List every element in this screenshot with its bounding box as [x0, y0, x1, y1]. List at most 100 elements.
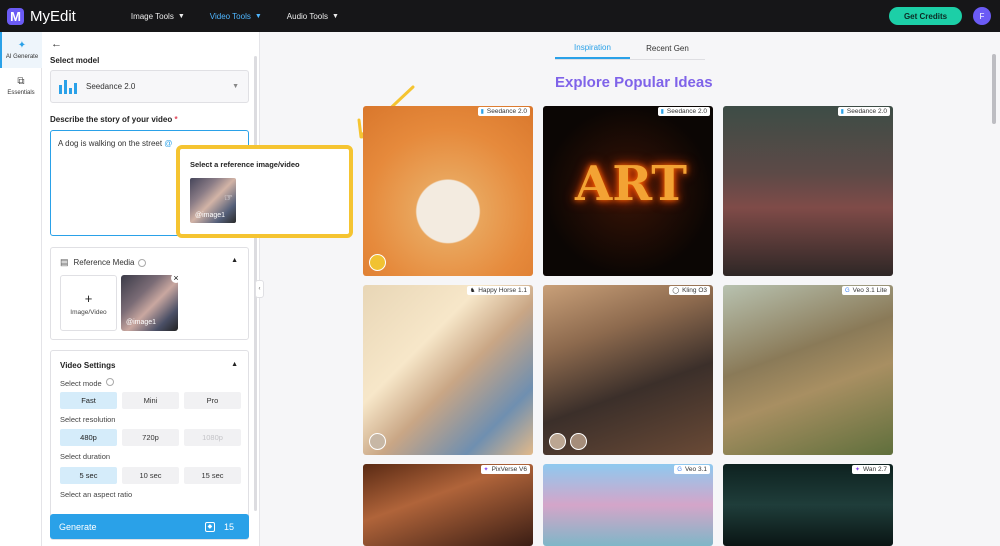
- model-badge: ▮ Seedance 2.0: [657, 107, 710, 116]
- credit-icon: ◆: [204, 521, 215, 532]
- resolution-option-720p[interactable]: 720p: [122, 429, 179, 446]
- back-arrow-icon[interactable]: ←: [51, 38, 62, 50]
- caret-down-icon: ▼: [232, 83, 239, 90]
- idea-card[interactable]: ♞ Happy Horse 1.1: [363, 285, 533, 455]
- video-settings-title: Video Settings: [60, 361, 116, 370]
- info-icon[interactable]: [105, 378, 114, 386]
- reference-select-popup: Select a reference image/video @image1: [176, 145, 353, 238]
- model-badge: ✦ Wan 2.7: [852, 465, 890, 474]
- avatar: [369, 254, 386, 271]
- avatar: [369, 433, 386, 450]
- seedance-logo-icon: [59, 79, 77, 94]
- idea-card[interactable]: ✦ Wan 2.7: [723, 464, 893, 546]
- duration-option-10[interactable]: 10 sec: [122, 467, 179, 484]
- tab-inspiration[interactable]: Inspiration: [555, 38, 630, 59]
- describe-label: Describe the story of your video *: [50, 115, 178, 124]
- resolution-selector: 480p 720p 1080p: [60, 429, 241, 446]
- aspect-ratio-label: Select an aspect ratio: [60, 490, 133, 499]
- explore-title: Explore Popular Ideas: [555, 74, 713, 91]
- model-dropdown[interactable]: Seedance 2.0 ▼: [50, 70, 249, 103]
- tab-recent-gen[interactable]: Recent Gen: [630, 38, 705, 59]
- pixverse-icon: ✦: [483, 467, 489, 473]
- app-name: MyEdit: [30, 7, 76, 25]
- chart-bars-icon: ▮: [660, 109, 664, 115]
- select-duration-label: Select duration: [60, 452, 111, 461]
- top-nav: Image Tools ▼ Video Tools ▼ Audio Tools ▼: [131, 12, 364, 21]
- model-badge: ✦ PixVerse V6: [480, 465, 530, 474]
- media-icon: ▤: [60, 257, 69, 267]
- reference-thumbnail[interactable]: @image1: [121, 275, 178, 331]
- layers-icon: ⧉: [17, 76, 25, 87]
- horse-icon: ♞: [469, 288, 476, 294]
- avatar: [570, 433, 587, 450]
- select-model-label: Select model: [50, 56, 100, 65]
- plus-icon: +: [84, 290, 93, 306]
- idea-card[interactable]: ✦ PixVerse V6: [363, 464, 533, 546]
- popup-title: Select a reference image/video: [190, 160, 300, 169]
- duration-option-15[interactable]: 15 sec: [184, 467, 241, 484]
- idea-card[interactable]: G Veo 3.1 Lite: [723, 285, 893, 455]
- thumbnail-tag: @image1: [195, 212, 226, 219]
- close-icon[interactable]: ×: [171, 273, 181, 283]
- mode-option-pro[interactable]: Pro: [184, 392, 241, 409]
- nav-audio-tools[interactable]: Audio Tools ▼: [287, 12, 339, 21]
- caret-up-icon[interactable]: ▲: [231, 257, 238, 264]
- model-name: Seedance 2.0: [86, 82, 136, 91]
- select-mode-label: Select mode: [60, 378, 114, 388]
- duration-selector: 5 sec 10 sec 15 sec: [60, 467, 241, 484]
- reference-media-header: ▤ Reference Media: [60, 257, 147, 268]
- top-bar: M MyEdit Image Tools ▼ Video Tools ▼ Audio…: [0, 0, 1000, 32]
- idea-card[interactable]: G Veo 3.1: [543, 464, 713, 546]
- model-badge: G Veo 3.1: [674, 465, 710, 474]
- resolution-option-480p[interactable]: 480p: [60, 429, 117, 446]
- wan-icon: ✦: [855, 467, 861, 473]
- mode-selector: Fast Mini Pro: [60, 392, 241, 409]
- main-tabs: Inspiration Recent Gen: [555, 38, 705, 60]
- chart-bars-icon: ▮: [480, 109, 484, 115]
- mode-option-fast[interactable]: Fast: [60, 392, 117, 409]
- duration-option-5[interactable]: 5 sec: [60, 467, 117, 484]
- nav-video-tools[interactable]: Video Tools ▼: [210, 12, 262, 21]
- get-credits-button[interactable]: Get Credits: [889, 7, 962, 25]
- nav-image-tools[interactable]: Image Tools ▼: [131, 12, 185, 21]
- resolution-option-1080p: 1080p: [184, 429, 241, 446]
- generate-button[interactable]: Generate ◆ 15: [50, 514, 249, 539]
- add-media-button[interactable]: + Image/Video: [60, 275, 117, 331]
- prompt-text: A dog is walking on the street @: [58, 139, 173, 148]
- video-settings-section: Video Settings ▲ Select mode Fast Mini P…: [50, 350, 249, 540]
- magic-wand-icon: ✦: [17, 40, 27, 51]
- user-avatar[interactable]: F: [973, 7, 991, 25]
- select-resolution-label: Select resolution: [60, 415, 116, 424]
- hand-cursor-icon: ☞: [224, 193, 233, 204]
- reference-media-section: ▤ Reference Media ▲ + Image/Video @image…: [50, 247, 249, 340]
- myedit-logo-icon: M: [7, 7, 24, 25]
- avatar: [549, 433, 566, 450]
- model-badge: ◯ Kling O3: [669, 286, 710, 295]
- generate-panel: ← Select model Seedance 2.0 ▼ Describe t…: [42, 32, 260, 546]
- google-icon: G: [677, 466, 682, 473]
- idea-card[interactable]: ◯ Kling O3: [543, 285, 713, 455]
- rail-item-essentials[interactable]: ⧉ Essentials: [0, 68, 42, 104]
- model-badge: ♞ Happy Horse 1.1: [466, 286, 530, 295]
- chevron-down-icon: ▼: [177, 12, 185, 20]
- idea-card[interactable]: ▮ Seedance 2.0: [723, 106, 893, 276]
- model-badge: ▮ Seedance 2.0: [837, 107, 890, 116]
- model-badge: G Veo 3.1 Lite: [841, 286, 890, 295]
- left-rail: ✦ AI Generate ⧉ Essentials: [0, 32, 42, 546]
- idea-card[interactable]: ▮ Seedance 2.0: [363, 106, 533, 276]
- info-icon[interactable]: [138, 258, 147, 267]
- credit-cost: ◆ 15: [204, 521, 234, 532]
- model-badge: ▮ Seedance 2.0: [477, 107, 530, 116]
- mode-option-mini[interactable]: Mini: [122, 392, 179, 409]
- main-scrollbar[interactable]: [992, 54, 996, 124]
- chevron-down-icon: ▼: [254, 12, 262, 20]
- chart-bars-icon: ▮: [840, 109, 844, 115]
- idea-card[interactable]: ▮ Seedance 2.0 ART: [543, 106, 713, 276]
- rail-item-ai-generate[interactable]: ✦ AI Generate: [0, 32, 42, 68]
- chevron-down-icon: ▼: [332, 12, 339, 20]
- kling-icon: ◯: [672, 288, 680, 294]
- caret-up-icon[interactable]: ▲: [231, 361, 238, 368]
- app-logo[interactable]: M MyEdit: [7, 7, 76, 25]
- thumbnail-tag: @image1: [126, 319, 157, 326]
- collapse-panel-handle[interactable]: ‹: [255, 280, 264, 298]
